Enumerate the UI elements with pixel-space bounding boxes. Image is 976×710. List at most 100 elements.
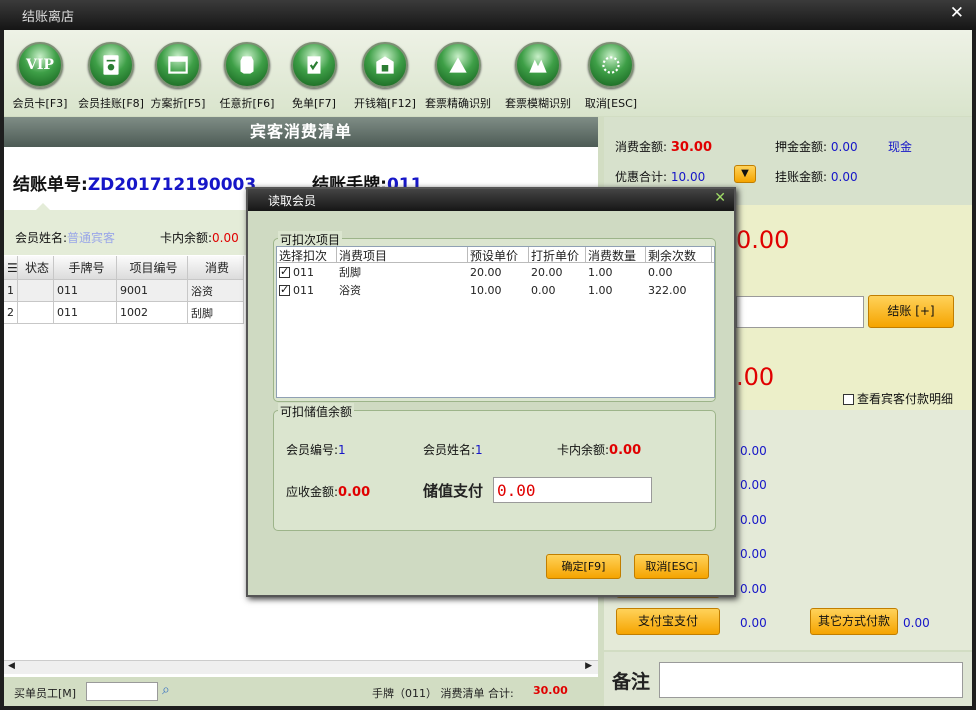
item-discount: 0.00: [531, 283, 556, 297]
item-remain: 322.00: [648, 283, 687, 297]
item-qty: 1.00: [588, 265, 613, 279]
free-order-label: 免单[F7]: [292, 97, 336, 110]
count-items-list[interactable]: 选择扣次 消费项目 预设单价 打折单价 消费数量 剩余次数 011 刮脚 20.…: [276, 246, 715, 398]
item-preset: 20.00: [470, 265, 502, 279]
confirm-button[interactable]: 确定[F9]: [546, 554, 621, 579]
row-status: [18, 280, 54, 301]
row-code: 1002: [117, 302, 188, 323]
dialog-cancel-button[interactable]: 取消[ESC]: [634, 554, 709, 579]
note-label: 备注: [612, 671, 651, 693]
stored-pay-input[interactable]: [493, 477, 652, 503]
table-row[interactable]: 2 011 1002 刮脚: [4, 302, 244, 324]
toolbar: VIP 会员卡[F3] 会员挂账[F8] 方案折[F5] 任意折[F6] 免单[…: [4, 30, 972, 116]
col-item[interactable]: 消费: [188, 256, 244, 279]
window-title: 结账离店: [22, 10, 75, 25]
discount-label: 优惠合计:: [615, 170, 668, 184]
checkbox-checked-icon[interactable]: [279, 265, 290, 278]
status-bar: 买单员工[M] ⌕ 手牌（011） 消费清单 合计: 30.00: [4, 677, 598, 706]
fuzzy-ticket-button[interactable]: 套票模糊识别: [498, 42, 578, 111]
checkbox-checked-icon[interactable]: [279, 283, 290, 296]
col-item[interactable]: 消费项目: [337, 247, 468, 263]
alipay-button[interactable]: 支付宝支付: [616, 608, 720, 635]
table-header: ☰ 状态 手牌号 项目编号 消费: [4, 256, 244, 280]
member-number-value: 1: [338, 443, 346, 457]
list-item[interactable]: 011 浴资 10.00 0.00 1.00 322.00: [277, 281, 714, 299]
row-status: [18, 302, 54, 323]
any-discount-label: 任意折[F6]: [219, 97, 275, 110]
row-item: 刮脚: [188, 302, 244, 323]
payment-input[interactable]: [736, 296, 864, 328]
note-input[interactable]: [659, 662, 963, 698]
col-preset-price[interactable]: 预设单价: [468, 247, 529, 263]
fuzzy-ticket-icon: [515, 42, 561, 88]
staff-input[interactable]: [86, 682, 158, 701]
window-titlebar: 结账离店 ✕: [0, 0, 976, 30]
member-number-label: 会员编号:: [286, 443, 339, 457]
card-balance: 卡内余额:0.00: [160, 229, 239, 246]
col-code[interactable]: 项目编号: [117, 256, 188, 279]
close-icon[interactable]: ✕: [714, 190, 726, 206]
col-quantity[interactable]: 消费数量: [586, 247, 646, 263]
table-row[interactable]: 1 011 9001 浴资: [4, 280, 244, 302]
stored-pay-label: 储值支付: [423, 482, 484, 500]
consume-value: 30.00: [670, 140, 712, 155]
row-plate: 011: [54, 280, 117, 301]
discount-value: 10.00: [670, 170, 706, 184]
vip-card-label: 会员卡[F3]: [12, 97, 68, 110]
col-status[interactable]: 状态: [18, 256, 54, 279]
dropdown-arrow-icon[interactable]: ▼: [734, 165, 756, 183]
any-discount-button[interactable]: 任意折[F6]: [216, 42, 278, 111]
plan-discount-button[interactable]: 方案折[F5]: [147, 42, 209, 111]
dialog-member-name-value: 1: [475, 443, 483, 457]
item-name: 浴资: [339, 284, 361, 297]
credit-label: 挂账金额:: [775, 170, 828, 184]
exact-ticket-button[interactable]: 套票精确识别: [418, 42, 498, 111]
search-icon[interactable]: ⌕: [162, 682, 170, 698]
alipay-value: 0.00: [740, 616, 767, 630]
member-name-label: 会员姓名:: [15, 231, 68, 245]
vip-card-button[interactable]: VIP 会员卡[F3]: [12, 42, 68, 111]
dialog-balance-label: 卡内余额:: [557, 443, 610, 457]
list-item[interactable]: 011 刮脚 20.00 20.00 1.00 0.00: [277, 263, 714, 281]
dialog-card-balance: 卡内余额:0.00: [557, 441, 641, 458]
receivable-label: 应收金额:: [286, 485, 339, 499]
checkbox-icon[interactable]: [843, 394, 854, 405]
pay-value: 0.00: [740, 547, 767, 561]
scroll-right-icon[interactable]: ▶: [585, 661, 592, 671]
free-order-button[interactable]: 免单[F7]: [286, 42, 342, 111]
card-balance-value: 0.00: [212, 231, 239, 245]
open-cash-box-button[interactable]: 开钱箱[F12]: [352, 42, 418, 111]
cancel-button[interactable]: 取消[ESC]: [580, 42, 642, 111]
close-icon[interactable]: ✕: [950, 3, 964, 23]
consumption-list-title: 宾客消费清单: [4, 117, 598, 147]
horizontal-scrollbar[interactable]: ◀ ▶: [4, 660, 598, 674]
any-discount-icon: [224, 42, 270, 88]
bill-number-label: 结账单号:: [13, 175, 88, 195]
receivable-value: 0.00: [338, 485, 371, 500]
other-pay-button[interactable]: 其它方式付款: [810, 608, 898, 635]
cash-link[interactable]: 现金: [888, 138, 912, 155]
deposit-value: 0.00: [830, 140, 858, 154]
member-name: 会员姓名:普通宾客: [15, 229, 115, 246]
col-discount-price[interactable]: 打折单价: [529, 247, 586, 263]
scroll-left-icon[interactable]: ◀: [8, 661, 15, 671]
col-plate[interactable]: 手牌号: [54, 256, 117, 279]
deposit-amount: 押金金额: 0.00: [775, 138, 858, 155]
member-account-button[interactable]: 会员挂账[F8]: [76, 42, 146, 111]
member-account-label: 会员挂账[F8]: [78, 97, 144, 110]
payment-detail-checkbox[interactable]: 查看宾客付款明细: [843, 390, 953, 407]
col-select[interactable]: 选择扣次: [277, 247, 337, 263]
pay-value: 0.00: [740, 444, 767, 458]
col-remaining[interactable]: 剩余次数: [646, 247, 712, 263]
row-selector-icon[interactable]: ☰: [4, 256, 18, 279]
dialog-title: 读取会员: [268, 194, 317, 208]
pointer-arrow: [32, 203, 54, 214]
row-plate: 011: [54, 302, 117, 323]
stored-value-group: [273, 410, 716, 531]
stored-value-label: 可扣储值余额: [278, 403, 355, 420]
item-plate: 011: [293, 283, 314, 297]
credit-value: 0.00: [830, 170, 858, 184]
consumption-table: ☰ 状态 手牌号 项目编号 消费 1 011 9001 浴资 2 011 100…: [4, 256, 244, 324]
checkout-button[interactable]: 结账 [+]: [868, 295, 954, 328]
summary-label: 手牌（011） 消费清单 合计:: [372, 687, 514, 700]
